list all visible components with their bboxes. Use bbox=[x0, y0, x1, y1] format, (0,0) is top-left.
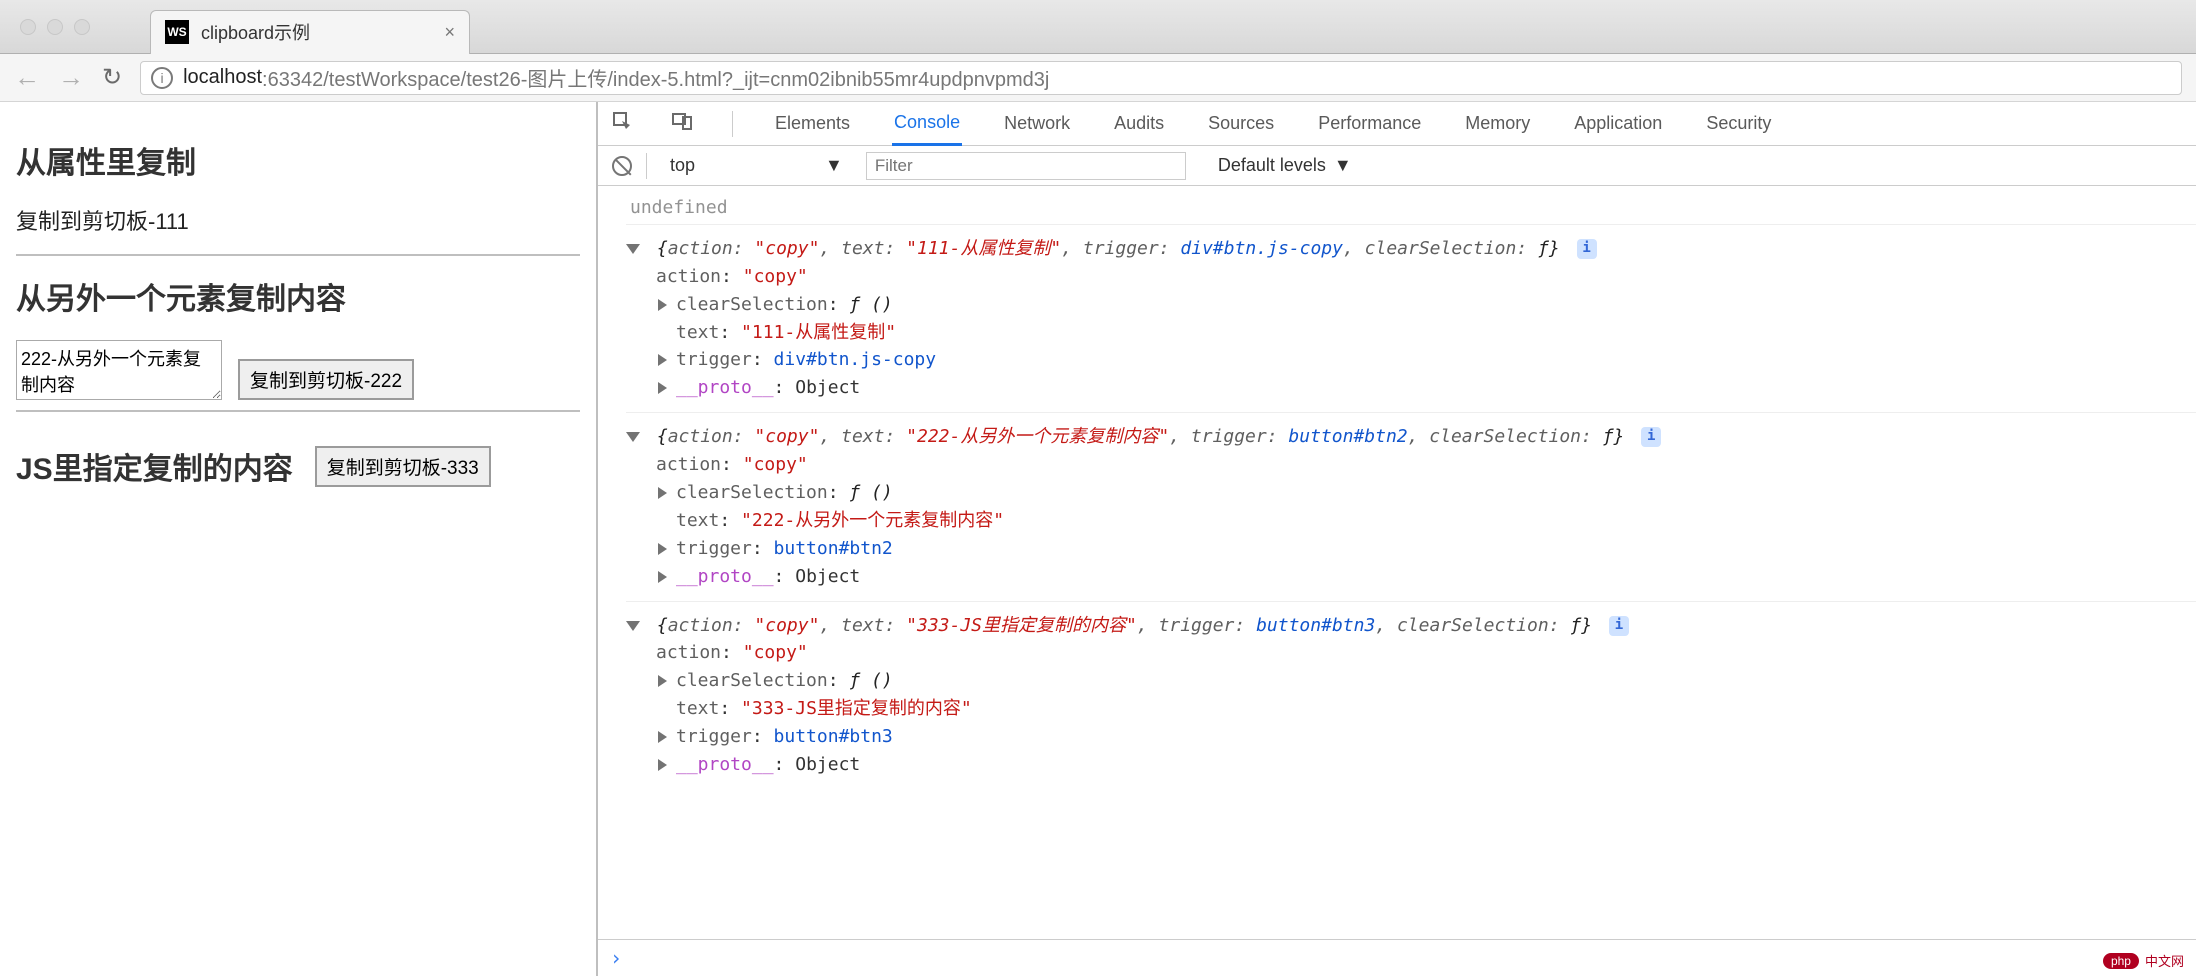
device-toggle-icon[interactable] bbox=[672, 111, 692, 136]
log-prop[interactable]: trigger: button#btn2 bbox=[656, 535, 2196, 563]
tab-sources[interactable]: Sources bbox=[1206, 102, 1276, 145]
tab-performance[interactable]: Performance bbox=[1316, 102, 1423, 145]
levels-label: Default levels bbox=[1218, 155, 1326, 176]
window-controls bbox=[20, 19, 90, 35]
expand-icon[interactable] bbox=[658, 543, 667, 555]
tab-bar: WS clipboard示例 × bbox=[0, 0, 2196, 54]
info-icon[interactable]: i bbox=[1609, 616, 1629, 636]
context-select[interactable]: top ▼ bbox=[661, 152, 852, 179]
expand-icon[interactable] bbox=[658, 299, 667, 311]
divider bbox=[16, 410, 580, 412]
tab-title: clipboard示例 bbox=[201, 19, 310, 45]
tab-elements[interactable]: Elements bbox=[773, 102, 852, 145]
tab-memory[interactable]: Memory bbox=[1463, 102, 1532, 145]
log-prop: action: "copy" bbox=[656, 451, 2196, 479]
expand-icon[interactable] bbox=[658, 759, 667, 771]
section2-row: 222-从另外一个元素复制内容 复制到剪切板-222 bbox=[16, 340, 580, 400]
expand-icon[interactable] bbox=[658, 675, 667, 687]
log-prop[interactable]: __proto__: Object bbox=[656, 751, 2196, 779]
log-prop[interactable]: trigger: div#btn.js-copy bbox=[656, 346, 2196, 374]
tab-security[interactable]: Security bbox=[1704, 102, 1773, 145]
log-prop[interactable]: clearSelection: ƒ () bbox=[656, 479, 2196, 507]
log-entry[interactable]: {action: "copy", text: "222-从另外一个元素复制内容"… bbox=[626, 412, 2196, 600]
separator bbox=[732, 111, 733, 137]
log-prop: action: "copy" bbox=[656, 639, 2196, 667]
expand-icon[interactable] bbox=[626, 432, 640, 442]
separator bbox=[646, 153, 647, 179]
back-icon[interactable]: ← bbox=[14, 62, 40, 93]
expand-icon[interactable] bbox=[658, 354, 667, 366]
forward-icon[interactable]: → bbox=[58, 62, 84, 93]
expand-icon[interactable] bbox=[658, 731, 667, 743]
log-undefined: undefined bbox=[630, 194, 2196, 222]
section1-heading: 从属性里复制 bbox=[16, 138, 580, 182]
expand-icon[interactable] bbox=[626, 244, 640, 254]
reload-icon[interactable]: ↻ bbox=[102, 63, 122, 92]
chevron-down-icon: ▼ bbox=[825, 155, 843, 176]
devtools-tabbar: Elements Console Network Audits Sources … bbox=[598, 102, 2196, 146]
address-bar: ← → ↻ i localhost:63342/testWorkspace/te… bbox=[0, 54, 2196, 102]
log-levels-select[interactable]: Default levels ▼ bbox=[1218, 155, 1352, 176]
watermark-badge: php bbox=[2103, 953, 2139, 969]
browser-tab[interactable]: WS clipboard示例 × bbox=[150, 10, 470, 54]
section2-heading: 从另外一个元素复制内容 bbox=[16, 274, 580, 318]
divider bbox=[16, 254, 580, 256]
clear-console-icon[interactable] bbox=[612, 156, 632, 176]
log-summary: {action: "copy", text: "111-从属性复制", trig… bbox=[626, 235, 2196, 263]
log-entry[interactable]: {action: "copy", text: "111-从属性复制", trig… bbox=[626, 224, 2196, 412]
favicon-icon: WS bbox=[165, 20, 189, 44]
tab-close-icon[interactable]: × bbox=[444, 22, 455, 43]
tab-application[interactable]: Application bbox=[1572, 102, 1664, 145]
section3-row: JS里指定复制的内容 复制到剪切板-333 bbox=[16, 420, 580, 512]
maximize-window-icon[interactable] bbox=[74, 19, 90, 35]
log-prop[interactable]: clearSelection: ƒ () bbox=[656, 291, 2196, 319]
console-output[interactable]: undefined {action: "copy", text: "111-从属… bbox=[598, 186, 2196, 939]
expand-icon[interactable] bbox=[658, 382, 667, 394]
log-prop[interactable]: __proto__: Object bbox=[656, 563, 2196, 591]
tab-network[interactable]: Network bbox=[1002, 102, 1072, 145]
context-label: top bbox=[670, 155, 695, 176]
minimize-window-icon[interactable] bbox=[47, 19, 63, 35]
expand-icon[interactable] bbox=[658, 487, 667, 499]
log-entry[interactable]: {action: "copy", text: "333-JS里指定复制的内容",… bbox=[626, 601, 2196, 789]
inspect-icon[interactable] bbox=[612, 111, 632, 136]
expand-icon[interactable] bbox=[626, 621, 640, 631]
browser-window: WS clipboard示例 × ← → ↻ i localhost:63342… bbox=[0, 0, 2196, 976]
copy-link-111[interactable]: 复制到剪切板-111 bbox=[16, 204, 580, 236]
rendered-page: 从属性里复制 复制到剪切板-111 从另外一个元素复制内容 222-从另外一个元… bbox=[0, 102, 596, 976]
log-prop[interactable]: trigger: button#btn3 bbox=[656, 723, 2196, 751]
info-icon[interactable]: i bbox=[1641, 427, 1661, 447]
log-prop: text: "222-从另外一个元素复制内容" bbox=[656, 507, 2196, 535]
copy-button-222[interactable]: 复制到剪切板-222 bbox=[238, 359, 414, 400]
close-window-icon[interactable] bbox=[20, 19, 36, 35]
expand-icon[interactable] bbox=[658, 571, 667, 583]
url-path: :63342/testWorkspace/test26-图片上传/index-5… bbox=[262, 63, 1049, 92]
log-prop[interactable]: __proto__: Object bbox=[656, 374, 2196, 402]
console-prompt[interactable]: › bbox=[598, 939, 2196, 976]
tab-audits[interactable]: Audits bbox=[1112, 102, 1166, 145]
console-filter-input[interactable] bbox=[866, 152, 1186, 180]
main-split: 从属性里复制 复制到剪切板-111 从另外一个元素复制内容 222-从另外一个元… bbox=[0, 102, 2196, 976]
log-summary: {action: "copy", text: "333-JS里指定复制的内容",… bbox=[626, 612, 2196, 640]
source-textarea[interactable]: 222-从另外一个元素复制内容 bbox=[16, 340, 222, 400]
url-host: localhost bbox=[183, 66, 262, 89]
chevron-down-icon: ▼ bbox=[1334, 155, 1352, 176]
watermark: php 中文网 bbox=[2103, 951, 2184, 970]
log-prop: action: "copy" bbox=[656, 263, 2196, 291]
log-summary: {action: "copy", text: "222-从另外一个元素复制内容"… bbox=[626, 423, 2196, 451]
log-prop: text: "333-JS里指定复制的内容" bbox=[656, 695, 2196, 723]
info-icon[interactable]: i bbox=[1577, 239, 1597, 259]
url-input[interactable]: i localhost:63342/testWorkspace/test26-图… bbox=[140, 61, 2182, 95]
site-info-icon[interactable]: i bbox=[151, 67, 173, 89]
copy-button-333[interactable]: 复制到剪切板-333 bbox=[315, 446, 491, 487]
log-prop[interactable]: clearSelection: ƒ () bbox=[656, 667, 2196, 695]
watermark-text: 中文网 bbox=[2145, 951, 2184, 970]
console-toolbar: top ▼ Default levels ▼ bbox=[598, 146, 2196, 186]
section3-heading: JS里指定复制的内容 bbox=[16, 444, 293, 488]
tab-console[interactable]: Console bbox=[892, 103, 962, 146]
log-prop: text: "111-从属性复制" bbox=[656, 319, 2196, 347]
devtools-panel: Elements Console Network Audits Sources … bbox=[596, 102, 2196, 976]
